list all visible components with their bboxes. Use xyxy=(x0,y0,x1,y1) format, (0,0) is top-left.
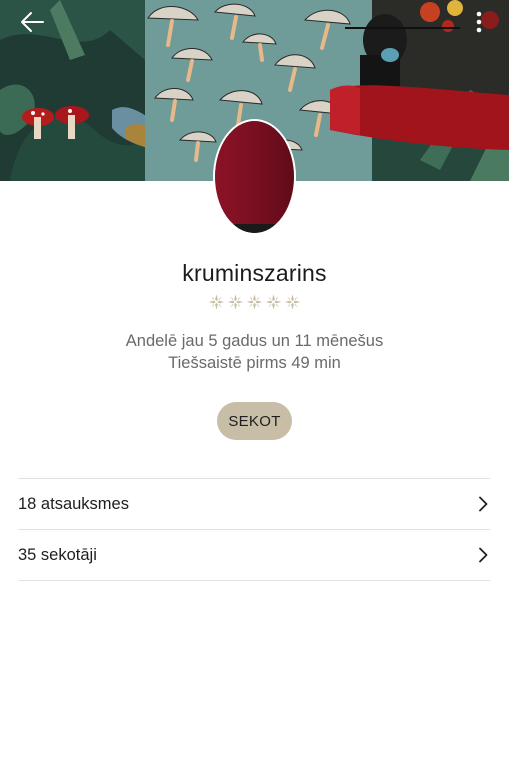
followers-link[interactable]: 35 sekotāji xyxy=(18,530,490,581)
followers-label: 35 sekotāji xyxy=(18,545,97,564)
star-icon xyxy=(208,294,225,310)
avatar xyxy=(215,121,294,233)
chevron-right-icon xyxy=(479,547,488,563)
star-icon xyxy=(246,294,263,310)
chevron-right-icon xyxy=(479,496,488,512)
rating-stars xyxy=(0,292,509,312)
profile-links-list: 18 atsauksmes 35 sekotāji xyxy=(18,478,490,581)
back-button[interactable] xyxy=(12,6,52,38)
kebab-menu-icon xyxy=(476,11,482,33)
reviews-link[interactable]: 18 atsauksmes xyxy=(18,479,490,530)
arrow-left-icon xyxy=(21,12,44,32)
member-since-text: Andelē jau 5 gadus un 11 mēnešus xyxy=(125,332,384,350)
avatar-image-strip xyxy=(215,224,294,233)
last-online-text: Tiešsaistē pirms 49 min xyxy=(168,354,341,372)
reviews-label: 18 atsauksmes xyxy=(18,494,129,513)
follow-button[interactable]: SEKOT xyxy=(217,402,292,440)
more-options-button[interactable] xyxy=(465,6,493,38)
star-icon xyxy=(284,294,301,310)
username: kruminszarins xyxy=(182,260,327,286)
star-icon xyxy=(265,294,282,310)
star-icon xyxy=(227,294,244,310)
